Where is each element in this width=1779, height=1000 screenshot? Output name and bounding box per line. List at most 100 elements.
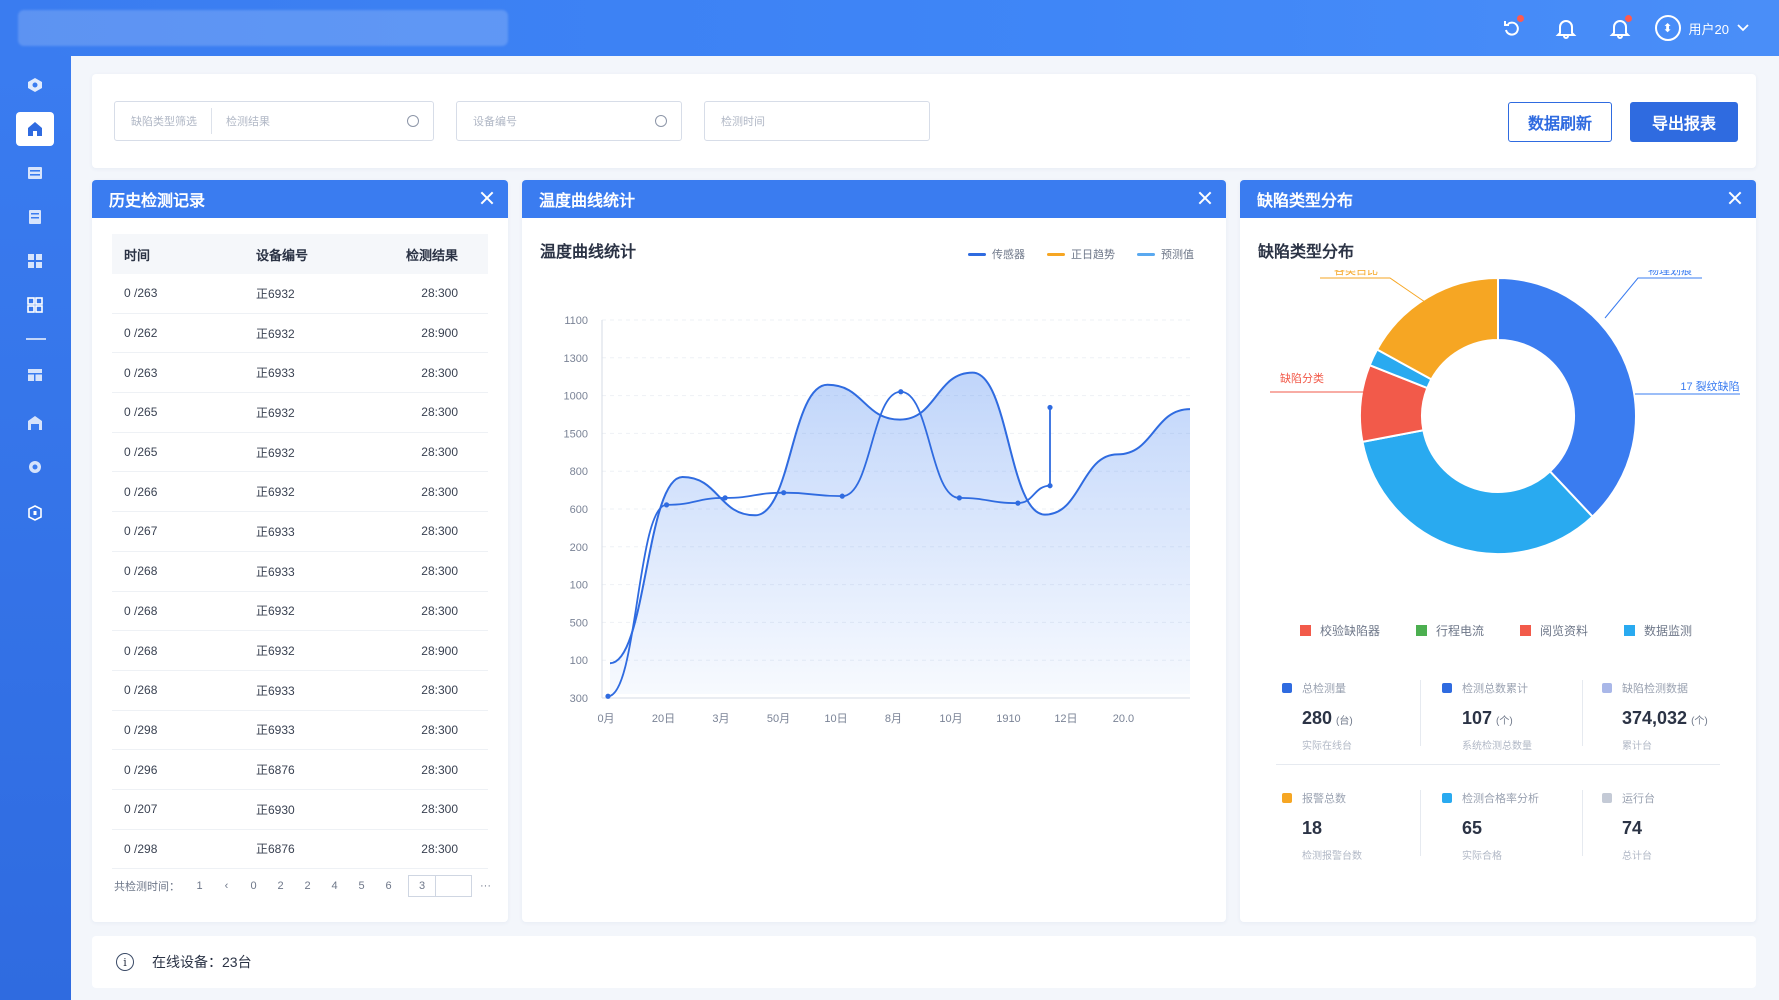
legend-label: 行程电流: [1436, 624, 1485, 638]
export-button[interactable]: 导出报表: [1630, 102, 1738, 142]
table-row[interactable]: 0 /298 正6876 28:300: [112, 830, 488, 870]
data-point: [1047, 404, 1053, 411]
legend-swatch: [1520, 625, 1532, 636]
page-link[interactable]: 4: [321, 880, 348, 892]
table-cell: 28:300: [421, 841, 458, 856]
column-header[interactable]: 检测结果: [400, 245, 488, 264]
table-cell: 正6933: [256, 524, 295, 539]
legend-item: 校验缺陷器: [1300, 622, 1380, 639]
y-tick-label: 100: [570, 655, 588, 667]
chevron-down-icon: [1737, 24, 1749, 32]
apps-icon[interactable]: [16, 288, 54, 322]
page-link[interactable]: 2: [267, 880, 294, 892]
stat-label: 检测总数累计: [1462, 683, 1528, 695]
time-filter[interactable]: 检测时间: [704, 101, 930, 141]
time-filter-placeholder: 检测时间: [721, 116, 765, 128]
stat-card: 缺陷检测数据 374,032 (个) 累计台: [1602, 680, 1752, 752]
warehouse-icon[interactable]: [16, 406, 54, 440]
user-menu[interactable]: ⬍ 用户20: [1647, 15, 1779, 41]
table-row[interactable]: 0 /265 正6932 28:300: [112, 433, 488, 473]
table-row[interactable]: 0 /267 正6933 28:300: [112, 512, 488, 552]
table-row[interactable]: 0 /268 正6933 28:300: [112, 552, 488, 592]
table-row[interactable]: 0 /263 正6933 28:300: [112, 353, 488, 394]
table-row[interactable]: 0 /207 正6930 28:300: [112, 790, 488, 830]
refresh-button[interactable]: 数据刷新: [1508, 102, 1612, 142]
table-cell: 0 /263: [124, 286, 158, 301]
dashboard-icon[interactable]: [16, 68, 54, 102]
notification-icon[interactable]: [1593, 0, 1647, 56]
table-row[interactable]: 0 /296 正6876 28:300: [112, 750, 488, 790]
home-icon[interactable]: [16, 112, 54, 146]
settings-icon[interactable]: [16, 450, 54, 484]
table-cell: 0 /298: [124, 841, 158, 856]
table-cell: 正6932: [256, 445, 295, 460]
table-row[interactable]: 0 /266 正6932 28:300: [112, 472, 488, 513]
table-row[interactable]: 0 /262 正6932 28:900: [112, 314, 488, 354]
column-header[interactable]: 设备编号: [256, 245, 400, 264]
table-cell: 正6876: [256, 763, 295, 778]
page-link[interactable]: 1: [186, 880, 213, 892]
table-cell: 正6932: [256, 405, 295, 420]
column-header[interactable]: 时间: [112, 245, 256, 264]
close-icon[interactable]: [480, 191, 494, 205]
donut-legend: 校验缺陷器 行程电流 阅览资料 数据监测: [1300, 622, 1728, 639]
table-row[interactable]: 0 /268 正6932 28:900: [112, 631, 488, 671]
table-header: 时间 设备编号 检测结果: [112, 234, 488, 274]
table-row[interactable]: 0 /268 正6932 28:300: [112, 592, 488, 632]
filter-label: 缺陷类型筛选: [131, 116, 197, 128]
page-link[interactable]: 6: [375, 880, 402, 892]
page-jump-box[interactable]: 3: [408, 875, 436, 897]
bell-icon[interactable]: [1539, 0, 1593, 56]
table-cell: 正6933: [256, 366, 295, 381]
table-cell: 0 /265: [124, 445, 158, 460]
y-tick-label: 1500: [564, 428, 588, 440]
package-icon[interactable]: [16, 496, 54, 530]
close-icon[interactable]: [1198, 191, 1212, 205]
temperature-panel: 温度曲线统计 温度曲线统计 传感器 正日趋势 预测值 1100 1300 1000 1…: [522, 180, 1226, 922]
defect-type-filter[interactable]: 缺陷类型筛选 检测结果: [114, 101, 434, 141]
legend-item: 行程电流: [1416, 622, 1484, 639]
data-point: [663, 502, 670, 508]
stat-label: 总检测量: [1302, 683, 1346, 695]
callout-line: [1320, 277, 1426, 303]
page-link[interactable]: 5: [348, 880, 375, 892]
legend-label: 阅览资料: [1540, 624, 1589, 638]
list-icon[interactable]: [16, 156, 54, 190]
stat-unit: (台): [1336, 716, 1353, 727]
page-jump-input[interactable]: [436, 875, 472, 897]
grid-icon[interactable]: [16, 244, 54, 278]
page-link[interactable]: ‹: [213, 880, 240, 892]
table-cell: 正6932: [256, 326, 295, 341]
close-icon[interactable]: [1728, 191, 1742, 205]
top-bar: ⬍ 用户20: [0, 0, 1779, 56]
refresh-alert-icon[interactable]: [1485, 0, 1539, 56]
table-cell: 0 /265: [124, 405, 158, 420]
stat-divider: [1582, 680, 1583, 746]
table-row[interactable]: 0 /265 正6932 28:300: [112, 393, 488, 433]
table-cell: 0 /267: [124, 524, 158, 539]
stat-value: 374,032: [1622, 708, 1688, 728]
table-cell: 0 /296: [124, 762, 158, 777]
defect-donut-chart: 物理划痕 17 裂纹缺陷 缺陷分类 各类占比: [1270, 270, 1740, 555]
legend-label: 正日趋势: [1071, 249, 1115, 261]
device-filter[interactable]: 设备编号: [456, 101, 682, 141]
temperature-line-chart: 1100 1300 1000 1500 800 600 200 100 500 100 300 0月 2…: [564, 315, 1191, 725]
stat-card: 总检测量 280 (台) 实际在线台: [1282, 680, 1432, 752]
document-icon[interactable]: [16, 200, 54, 234]
stat-card: 检测合格率分析 65 实际合格: [1442, 790, 1592, 862]
table-row[interactable]: 0 /263 正6932 28:300: [112, 274, 488, 314]
data-point: [605, 693, 611, 699]
stat-divider: [1420, 790, 1421, 856]
pager-more[interactable]: ···: [480, 880, 491, 892]
chart-title: 温度曲线统计: [540, 244, 637, 261]
y-tick-label: 600: [570, 504, 588, 516]
page-link[interactable]: 2: [294, 880, 321, 892]
table-cell: 正6933: [256, 723, 295, 738]
legend-swatch: [1300, 625, 1311, 636]
table-row[interactable]: 0 /268 正6933 28:300: [112, 671, 488, 711]
page-link[interactable]: 0: [240, 880, 267, 892]
table-icon[interactable]: [16, 358, 54, 392]
table-row[interactable]: 0 /298 正6933 28:300: [112, 711, 488, 751]
table-cell: 正6933: [256, 564, 295, 579]
stat-value: 107: [1462, 708, 1493, 728]
